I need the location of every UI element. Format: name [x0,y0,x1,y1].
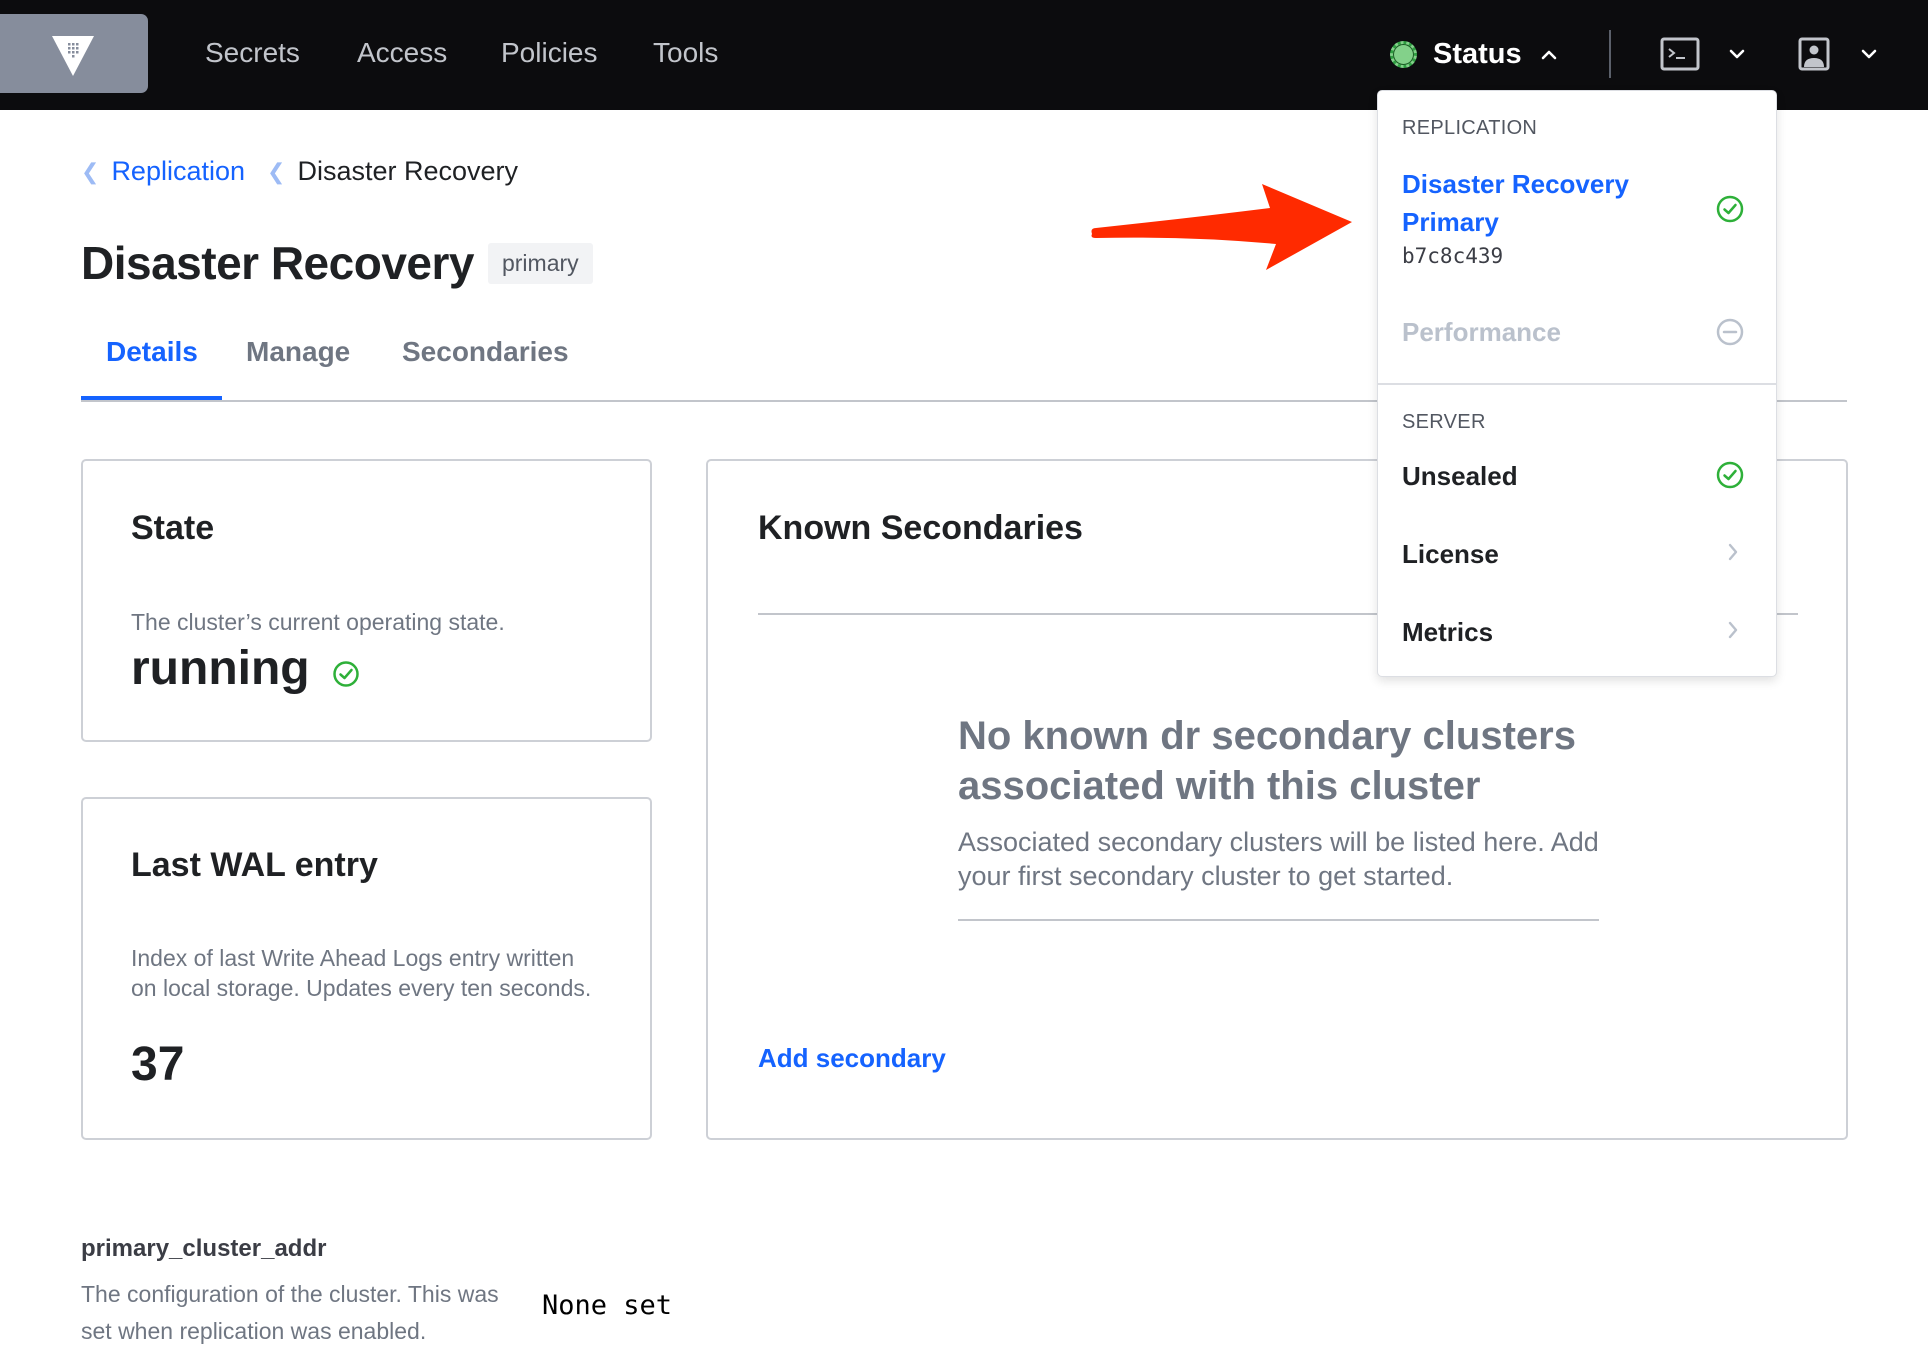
chevron-right-icon [1728,543,1738,561]
chevron-up-icon [1541,50,1556,60]
chevron-down-icon [1729,49,1745,59]
console-menu-button[interactable] [1660,34,1746,74]
tab-details[interactable]: Details [106,336,198,368]
known-secondaries-title: Known Secondaries [758,509,1083,547]
menu-item-performance[interactable]: Performance [1402,317,1752,348]
breadcrumb-current: Disaster Recovery [297,156,519,186]
breadcrumb: ❮ Replication ❮ Disaster Recovery [81,156,518,187]
config-label: primary_cluster_addr [81,1235,327,1262]
check-circle-icon [332,660,359,687]
terminal-icon [1660,37,1700,71]
user-avatar-icon [1798,37,1830,71]
state-card: State The cluster’s current operating st… [81,459,652,742]
tab-manage[interactable]: Manage [246,336,350,368]
menu-item-license[interactable]: License [1402,539,1752,570]
menu-item-unsealed[interactable]: Unsealed [1402,461,1752,492]
check-circle-icon [1716,461,1744,489]
check-circle-icon [1716,195,1744,223]
empty-state-message: Associated secondary clusters will be li… [958,827,1599,891]
last-wal-card: Last WAL entry Index of last Write Ahead… [81,797,652,1140]
nav-tools[interactable]: Tools [653,36,718,70]
user-menu-button[interactable] [1798,34,1878,74]
menu-item-dr-primary[interactable]: Disaster Recovery Primary b7c8c439 [1402,165,1752,271]
cluster-mode-badge: primary [487,242,593,284]
minus-circle-icon [1716,318,1744,346]
dr-primary-line2: Primary [1402,207,1499,237]
nav-policies[interactable]: Policies [501,36,597,70]
state-value: running [131,642,310,695]
license-label: License [1402,539,1499,569]
server-section-heading: SERVER [1402,411,1486,433]
dr-cluster-id: b7c8c439 [1402,244,1504,268]
add-secondary-link[interactable]: Add secondary [758,1043,946,1074]
metrics-label: Metrics [1402,617,1494,647]
state-card-title: State [131,509,215,547]
status-menu-button[interactable]: Status [1390,30,1558,78]
page-title: Disaster Recovery [81,237,474,289]
empty-state-divider [958,919,1599,921]
wal-value: 37 [131,1038,185,1091]
dr-primary-line1: Disaster Recovery [1402,169,1629,199]
unsealed-label: Unsealed [1402,461,1518,491]
chevron-down-icon [1861,49,1877,59]
active-tab-indicator [81,396,222,400]
annotation-arrow-icon [1091,184,1352,270]
status-label: Status [1433,37,1522,70]
nav-access[interactable]: Access [357,36,447,70]
state-value-row: running [131,641,360,696]
chevron-right-icon [1728,621,1738,639]
performance-label: Performance [1402,317,1561,347]
config-description: The configuration of the cluster. This w… [81,1281,499,1344]
wal-card-title: Last WAL entry [131,846,378,884]
menu-item-metrics[interactable]: Metrics [1402,617,1752,648]
breadcrumb-replication-link[interactable]: Replication [111,156,245,187]
config-value: None set [542,1290,673,1321]
wal-card-description: Index of last Write Ahead Logs entry wri… [131,945,592,1001]
vault-logo-icon [52,36,94,76]
empty-state-title: No known dr secondary clusters associate… [958,714,1576,808]
nav-divider [1609,30,1611,78]
status-dropdown-menu: REPLICATION Disaster Recovery Primary b7… [1377,90,1777,677]
menu-separator [1378,383,1776,385]
page-header: Disaster Recovery primary [81,236,593,290]
replication-section-heading: REPLICATION [1402,117,1538,139]
breadcrumb-chevron-icon: ❮ [81,158,100,184]
status-indicator-icon [1390,40,1417,68]
tab-secondaries[interactable]: Secondaries [402,336,569,368]
breadcrumb-chevron-icon: ❮ [267,158,286,184]
vault-logo-button[interactable] [0,14,148,93]
nav-secrets[interactable]: Secrets [205,36,300,70]
state-card-description: The cluster’s current operating state. [131,609,505,635]
